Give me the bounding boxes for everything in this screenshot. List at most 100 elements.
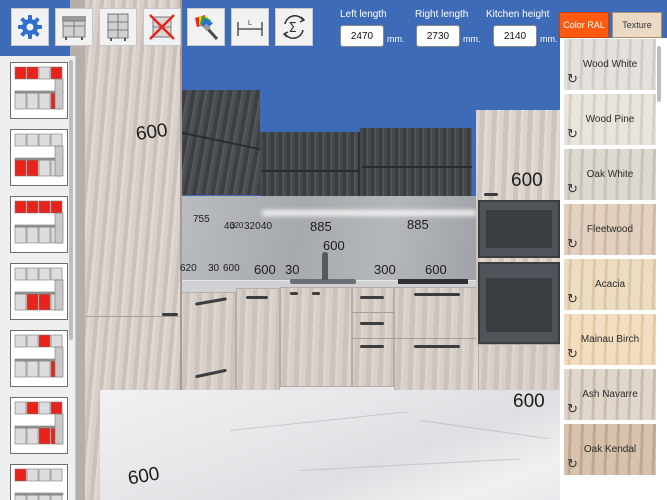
kitchen-height-label: Kitchen height xyxy=(486,9,550,20)
rotate-texture-icon[interactable]: ↻ xyxy=(567,126,578,142)
cabinet-handle xyxy=(246,296,268,299)
texture-sidebar[interactable]: Wood White ↻ Wood Pine ↻ Oak White ↻ Fleetwood… xyxy=(560,38,667,500)
dimension-label: 885 xyxy=(407,217,429,232)
texture-swatch[interactable]: Oak White ↻ xyxy=(564,148,656,200)
texture-swatch[interactable]: Wood Pine ↻ xyxy=(564,93,656,145)
texture-swatch[interactable]: Fleetwood ↻ xyxy=(564,203,656,255)
texture-name: Ash Navarre xyxy=(582,389,638,400)
svg-text:Σ: Σ xyxy=(289,21,297,36)
rotate-texture-icon[interactable]: ↻ xyxy=(567,71,578,87)
texture-scrollbar[interactable] xyxy=(657,46,661,102)
left-length-unit: mm. xyxy=(387,34,405,44)
kitchen-layout-preview-icon xyxy=(14,468,64,500)
summary-button[interactable]: Σ xyxy=(275,8,313,46)
texture-name: Oak Kendal xyxy=(583,444,637,455)
delete-button[interactable] xyxy=(143,8,181,46)
dimension-label: 600 xyxy=(223,263,240,274)
texture-swatch[interactable]: Acacia ↻ xyxy=(564,258,656,310)
kitchen-layout-preview-icon xyxy=(14,267,64,311)
cabinet-handle xyxy=(360,345,384,348)
dimension-label: 320 xyxy=(244,221,261,232)
dimension-label: 320 xyxy=(230,221,244,230)
dimension-label: 620 xyxy=(180,263,197,274)
kitchen-layout-preview-icon xyxy=(14,334,64,378)
oven-upper[interactable] xyxy=(478,200,560,258)
upper-cabinet-left[interactable] xyxy=(180,90,260,195)
texture-name: Wood White xyxy=(582,59,638,70)
layout-option[interactable] xyxy=(10,129,68,186)
paint-button[interactable] xyxy=(187,8,225,46)
svg-text:L: L xyxy=(248,20,252,27)
drawer-seam xyxy=(352,312,394,313)
layout-sidebar[interactable] xyxy=(0,56,76,500)
tab-color-ral[interactable]: Color RAL xyxy=(559,12,609,38)
layout-option[interactable] xyxy=(10,397,68,454)
dimension-label: 600 xyxy=(425,262,447,277)
oven-window xyxy=(486,278,552,332)
texture-swatch[interactable]: Wood White ↻ xyxy=(564,38,656,90)
drawer-seam xyxy=(352,338,394,339)
cabinet-handle xyxy=(360,296,384,299)
layout-option[interactable] xyxy=(10,263,68,320)
texture-name: Acacia xyxy=(594,279,625,290)
base-cabinet-sink[interactable] xyxy=(280,287,352,387)
rotate-texture-icon[interactable]: ↻ xyxy=(567,236,578,252)
cabinet-handle xyxy=(360,322,384,325)
dimension-label: 600 xyxy=(134,119,169,146)
left-length-label: Left length xyxy=(340,9,387,20)
rotate-texture-icon[interactable]: ↻ xyxy=(567,291,578,307)
cabinet-handle xyxy=(312,292,320,295)
right-length-unit: mm. xyxy=(463,34,481,44)
kitchen-layout-preview-icon xyxy=(14,133,64,177)
rotate-texture-icon[interactable]: ↻ xyxy=(567,346,578,362)
hob[interactable] xyxy=(398,279,468,284)
cabinet-handle xyxy=(414,345,460,348)
tab-texture[interactable]: Texture xyxy=(612,12,662,38)
base-cabinet-hob[interactable] xyxy=(394,287,478,397)
sigma-summary-icon: Σ xyxy=(282,15,306,39)
layout-option[interactable] xyxy=(10,464,68,500)
right-length-input[interactable]: 2730 xyxy=(416,25,460,47)
texture-name: Wood Pine xyxy=(585,114,635,125)
rotate-texture-icon[interactable]: ↻ xyxy=(567,181,578,197)
right-length-label: Right length xyxy=(415,9,469,20)
cabinets-button[interactable] xyxy=(55,8,93,46)
dimensions-button[interactable]: L xyxy=(231,8,269,46)
settings-button[interactable] xyxy=(11,8,49,46)
dimension-label: 885 xyxy=(310,219,332,234)
cabinet-handle xyxy=(290,292,298,295)
cabinet-handle xyxy=(484,193,498,196)
dimension-label: 30 xyxy=(285,262,300,277)
texture-name: Oak White xyxy=(586,169,634,180)
layout-scrollbar[interactable] xyxy=(69,60,73,340)
kitchen-height-unit: mm. xyxy=(540,34,558,44)
layout-option[interactable] xyxy=(10,62,68,119)
layout-option[interactable] xyxy=(10,196,68,253)
dimension-label: 40 xyxy=(261,221,273,232)
dimension-label: 30 xyxy=(208,263,220,274)
layout-option[interactable] xyxy=(10,330,68,387)
oven-lower[interactable] xyxy=(478,262,560,344)
rotate-texture-icon[interactable]: ↻ xyxy=(567,401,578,417)
tall-cabinets-button[interactable] xyxy=(99,8,137,46)
base-cabinet[interactable] xyxy=(236,288,280,398)
oven-window xyxy=(486,210,552,248)
rotate-texture-icon[interactable]: ↻ xyxy=(567,456,578,472)
kitchen-layout-preview-icon xyxy=(14,66,64,110)
kitchen-layout-preview-icon xyxy=(14,401,64,445)
gear-icon xyxy=(18,15,42,39)
texture-name: Mainau Birch xyxy=(580,334,640,345)
left-length-input[interactable]: 2470 xyxy=(340,25,384,47)
base-cabinet-drawers[interactable] xyxy=(352,287,394,387)
texture-name: Fleetwood xyxy=(586,224,634,235)
cabinet-seam xyxy=(362,166,472,168)
texture-swatch[interactable]: Oak Kendal ↻ xyxy=(564,423,656,475)
door-seam xyxy=(86,316,181,317)
kitchen-height-input[interactable]: 2140 xyxy=(493,25,537,47)
cabinet-handle xyxy=(414,293,460,296)
texture-swatch[interactable]: Ash Navarre ↻ xyxy=(564,368,656,420)
dimension-label: 600 xyxy=(254,262,276,277)
texture-swatch[interactable]: Mainau Birch ↻ xyxy=(564,313,656,365)
dimension-label: 600 xyxy=(513,391,545,412)
paint-palette-icon xyxy=(195,15,219,41)
